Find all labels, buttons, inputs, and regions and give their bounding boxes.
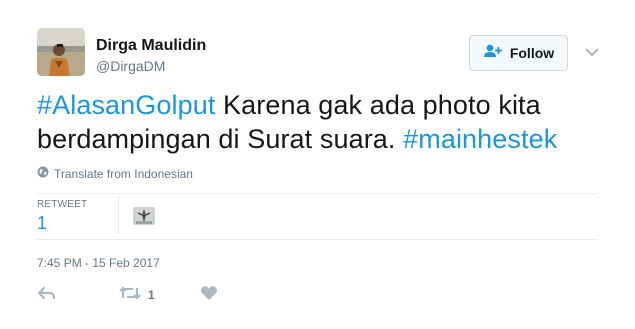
retweeter-avatar[interactable] <box>133 207 155 225</box>
stat-separator <box>118 195 119 235</box>
retweet-stat[interactable]: RETWEET 1 <box>37 199 87 234</box>
divider <box>37 239 598 240</box>
divider <box>37 193 598 194</box>
author-handle[interactable]: @DirgaDM <box>96 58 165 74</box>
author-name[interactable]: Dirga Maulidin <box>96 37 206 55</box>
like-button[interactable] <box>200 285 218 305</box>
translate-link[interactable]: Translate from Indonesian <box>37 166 193 181</box>
follow-button[interactable]: Follow <box>469 35 568 71</box>
globe-icon <box>37 166 49 181</box>
chevron-down-icon[interactable] <box>583 45 601 59</box>
author-avatar[interactable] <box>37 28 85 76</box>
translate-label: Translate from Indonesian <box>54 166 193 181</box>
retweet-button[interactable]: 1 <box>118 285 155 305</box>
follow-user-icon <box>483 44 503 63</box>
retweet-stat-count: 1 <box>37 213 48 233</box>
reply-button[interactable] <box>37 285 57 305</box>
reply-icon <box>37 285 57 306</box>
tweet-text: #AlasanGolput Karena gak ada photo kita … <box>37 88 617 156</box>
retweet-count: 1 <box>148 288 155 302</box>
like-heart-icon <box>200 285 218 306</box>
hashtag-link[interactable]: #AlasanGolput <box>37 90 215 120</box>
follow-label: Follow <box>509 45 555 61</box>
hashtag-link[interactable]: #mainhestek <box>403 124 557 154</box>
retweet-icon <box>118 285 142 306</box>
tweet-timestamp[interactable]: 7:45 PM - 15 Feb 2017 <box>37 256 160 270</box>
retweet-stat-label: RETWEET <box>37 199 88 210</box>
